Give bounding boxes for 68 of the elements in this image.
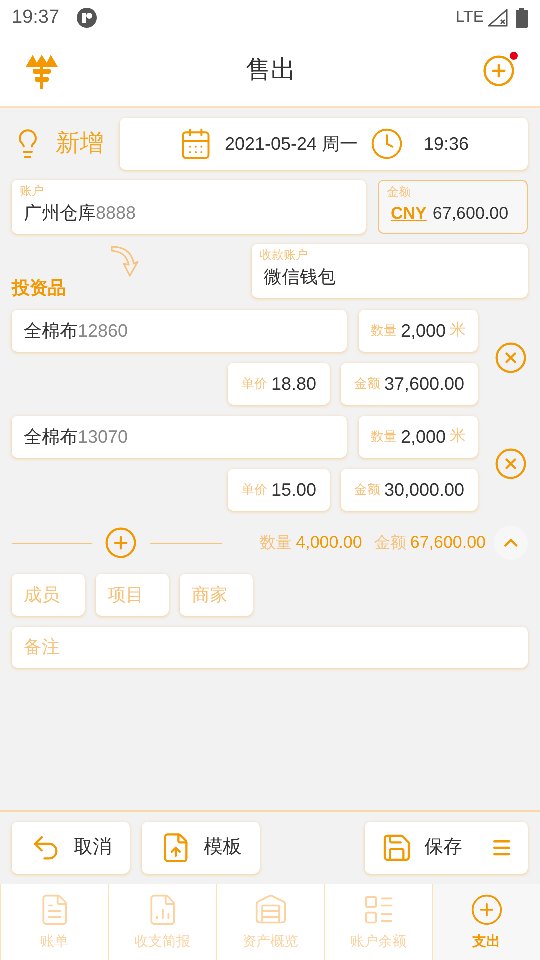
warehouse-icon — [254, 892, 288, 926]
datetime-card[interactable]: 2021-05-24 周一 19:36 — [120, 118, 528, 170]
add-button[interactable] — [482, 54, 516, 88]
close-icon — [494, 340, 528, 374]
amount-label: 金额 — [387, 185, 412, 199]
total-amount-label: 金额 — [374, 534, 406, 554]
add-item-button[interactable] — [104, 526, 138, 560]
tag-field[interactable]: 商家 — [180, 574, 253, 616]
quantity-field[interactable]: 数量 2,000 米 — [359, 310, 478, 352]
remove-button[interactable] — [494, 446, 528, 480]
status-time: 19:37 — [12, 6, 60, 30]
total-amount-value: 67,600.00 — [410, 532, 486, 554]
line-amount-value: 30,000.00 — [384, 478, 465, 502]
mode-label: 新增 — [56, 129, 104, 159]
price-value: 18.80 — [271, 372, 317, 396]
line-amount-label: 金额 — [354, 481, 380, 500]
quantity-label: 数量 — [370, 428, 397, 446]
action-button[interactable]: 保存 — [365, 822, 528, 874]
date-text: 2021-05-24 周一 — [224, 132, 358, 156]
close-icon — [494, 446, 528, 480]
total-quantity-label: 数量 — [260, 534, 292, 554]
receiving-account-label: 收款账户 — [260, 248, 309, 262]
product-name: 全棉布12860 — [24, 320, 128, 342]
receiving-account-value: 微信钱包 — [264, 266, 337, 289]
tag-field[interactable]: 项目 — [96, 574, 169, 616]
remove-button[interactable] — [494, 340, 528, 374]
action-button[interactable]: 取消 — [12, 822, 130, 874]
account-label: 账户 — [20, 184, 45, 198]
logo-icon — [24, 53, 60, 89]
line-amount-field[interactable]: 金额 30,000.00 — [341, 469, 478, 511]
quantity-value: 2,000 — [400, 426, 446, 448]
line-amount-value: 37,600.00 — [384, 372, 465, 396]
collapse-button[interactable] — [494, 526, 528, 560]
total-quantity-value: 4,000.00 — [296, 532, 362, 554]
product-field[interactable]: 全棉布12860 — [12, 310, 347, 352]
signal-icon — [488, 9, 508, 27]
price-field[interactable]: 单价 18.80 — [228, 363, 330, 405]
network-label: LTE — [456, 8, 484, 28]
unit-label: 米 — [450, 320, 466, 341]
note-field[interactable]: 备注 — [12, 627, 528, 668]
price-label: 单价 — [241, 481, 268, 500]
receiving-account-field[interactable]: 收款账户 微信钱包 — [252, 244, 528, 298]
quantity-value: 2,000 — [400, 320, 446, 342]
battery-icon — [516, 8, 528, 28]
amount-value: 67,600.00 — [432, 203, 509, 225]
price-label: 单价 — [241, 375, 268, 394]
product-field[interactable]: 全棉布13070 — [12, 416, 347, 458]
plus-icon — [104, 526, 138, 560]
amount-field[interactable]: 金额 CNY 67,600.00 — [378, 180, 528, 234]
quantity-field[interactable]: 数量 2,000 米 — [359, 416, 478, 458]
plus-icon — [470, 892, 504, 926]
unit-label: 米 — [450, 426, 466, 447]
time-text: 19:36 — [424, 132, 470, 156]
price-value: 15.00 — [271, 478, 317, 502]
line-amount-field[interactable]: 金额 37,600.00 — [341, 363, 478, 405]
plus-icon — [482, 54, 516, 88]
tag-field[interactable]: 成员 — [12, 574, 85, 616]
page-title: 售出 — [246, 55, 296, 86]
app-notification-icon — [76, 7, 98, 29]
line-amount-label: 金额 — [354, 375, 380, 394]
clock-icon — [370, 127, 404, 161]
account-field[interactable]: 账户 广州仓库8888 — [12, 180, 366, 234]
quantity-label: 数量 — [370, 322, 397, 340]
action-button[interactable]: 模板 — [142, 822, 260, 874]
price-field[interactable]: 单价 15.00 — [228, 469, 330, 511]
product-name: 全棉布13070 — [24, 426, 128, 448]
section-title: 投资品 — [12, 278, 67, 298]
account-value: 广州仓库8888 — [24, 202, 138, 225]
